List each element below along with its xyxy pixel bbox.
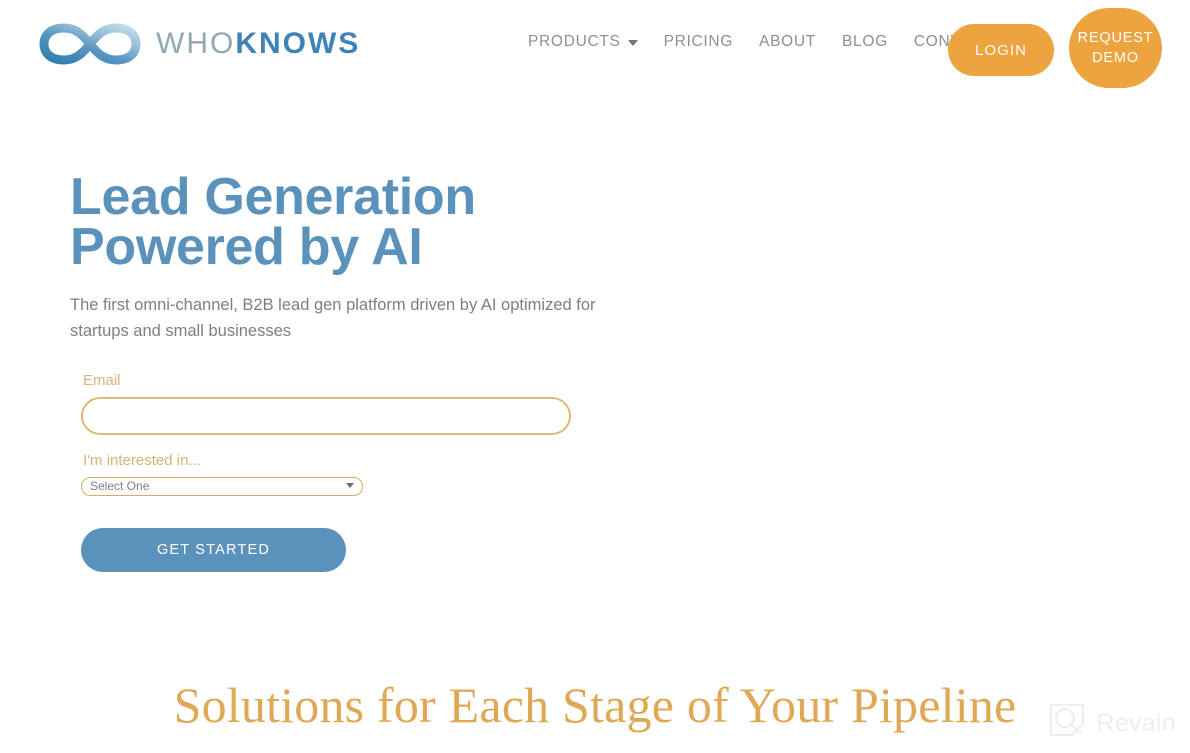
revain-watermark: Revain (1048, 702, 1176, 745)
section-heading: Solutions for Each Stage of Your Pipelin… (173, 677, 1017, 733)
nav-item-products[interactable]: PRODUCTS (528, 33, 638, 51)
revain-logo-icon (1048, 702, 1086, 745)
nav-label-products: PRODUCTS (528, 33, 621, 50)
nav-item-about[interactable]: ABOUT (759, 33, 816, 51)
nav-label-pricing: PRICING (663, 33, 734, 50)
main-navigation: PRODUCTS PRICING ABOUT BLOG CONTACT (528, 33, 993, 51)
get-started-button-label: GET STARTED (156, 542, 271, 558)
nav-item-pricing[interactable]: PRICING (664, 33, 734, 51)
email-input[interactable] (81, 397, 571, 435)
request-demo-label-line2: DEMO (1092, 50, 1139, 66)
brand-word-knows: KNOWS (235, 27, 361, 60)
hero-subtitle: The first omni-channel, B2B lead gen pla… (70, 296, 596, 340)
chevron-down-icon (627, 40, 638, 46)
interest-select-wrapper: Select One (81, 477, 363, 496)
nav-label-blog: BLOG (841, 33, 888, 50)
brand-word-who: WHO (156, 27, 236, 60)
request-demo-button[interactable]: REQUEST DEMO (1069, 8, 1162, 88)
brand-logo[interactable]: WHO KNOWS (38, 18, 360, 70)
infinity-icon (38, 18, 142, 70)
login-button-label: LOGIN (974, 41, 1028, 59)
hero-title-line2: Powered by AI (70, 218, 423, 276)
hero-title-line1: Lead Generation (70, 168, 476, 226)
revain-watermark-text: Revain (1096, 709, 1176, 737)
brand-wordmark: WHO KNOWS (156, 29, 360, 59)
login-button[interactable]: LOGIN (948, 24, 1054, 76)
email-label: Email (83, 372, 121, 389)
page-title: Lead Generation Powered by AI (70, 168, 690, 276)
hero-section: Lead Generation Powered by AI The first … (70, 168, 690, 344)
get-started-button[interactable]: GET STARTED (81, 528, 346, 572)
site-header: WHOKNOWS PRODUCTS PRICING ABOUT BLOG CON… (0, 0, 1190, 92)
nav-label-about: ABOUT (759, 33, 816, 50)
nav-item-blog[interactable]: BLOG (842, 33, 888, 51)
request-demo-label-line1: REQUEST (1077, 30, 1154, 46)
interest-label: I'm interested in... (83, 452, 201, 469)
interest-select[interactable]: Select One (81, 477, 363, 496)
signup-form: Email I'm interested in... Select One GE… (81, 372, 581, 572)
